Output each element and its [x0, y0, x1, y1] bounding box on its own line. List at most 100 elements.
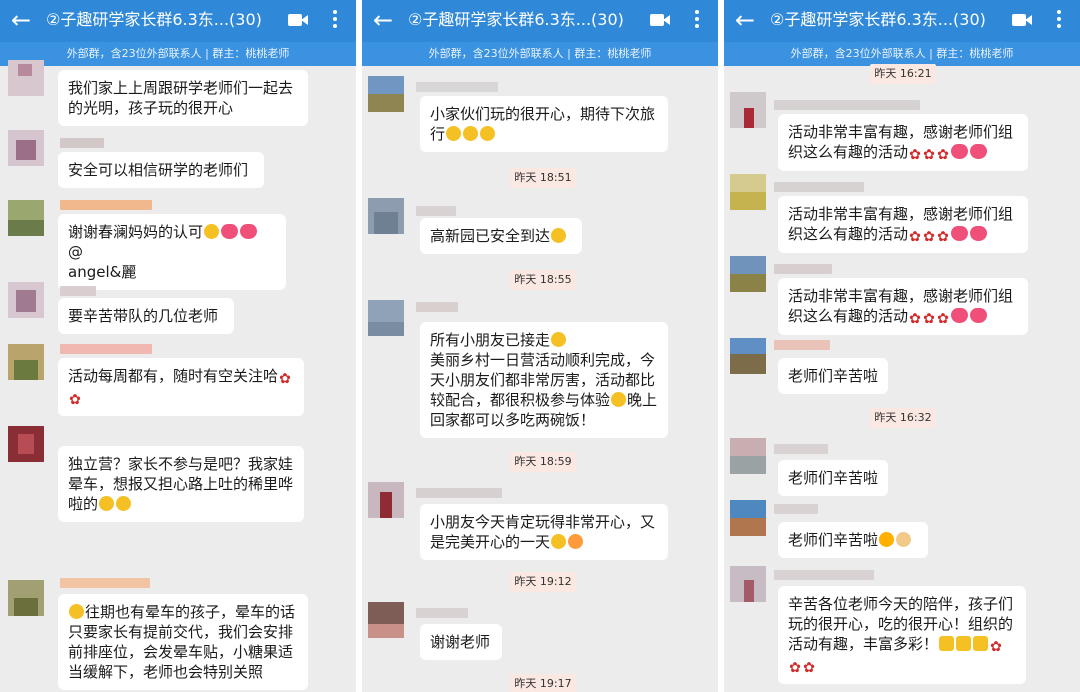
emoji-heart-icon [951, 144, 969, 159]
emoji-worried-icon [69, 604, 84, 619]
emoji-rose-icon: ✿ [990, 639, 1002, 655]
emoji-rose-icon: ✿ [789, 660, 801, 676]
emoji-grin-icon [446, 126, 462, 141]
back-arrow-icon[interactable]: ← [732, 7, 758, 33]
message-line: 前排座位，会发晕车贴，小糖果适 [68, 643, 294, 661]
message-bubble[interactable]: 我们家上上周跟研学老师们一起去 的光明，孩子玩的很开心 [58, 70, 308, 126]
timestamp: 昨天 18:59 [510, 452, 576, 472]
avatar[interactable] [730, 338, 766, 374]
avatar[interactable] [730, 256, 766, 292]
sender-name [774, 100, 920, 110]
chat-title[interactable]: ②子趣研学家长群6.3东...(30) [408, 9, 648, 31]
emoji-heart-icon [951, 226, 969, 241]
sender-name [774, 570, 874, 580]
message-line: 小家伙们玩的很开心，期待下次旅 [430, 105, 656, 123]
message-bubble[interactable]: 小朋友今天肯定玩得非常开心，又 是完美开心的一天 [420, 504, 668, 560]
message-bubble[interactable]: 往期也有晕车的孩子，晕车的话 只要家长有提前交代，我们会安排 前排座位，会发晕车贴，… [58, 594, 308, 690]
more-vertical-icon[interactable] [1056, 10, 1062, 32]
avatar[interactable] [8, 200, 44, 236]
more-vertical-icon[interactable] [332, 10, 338, 32]
chat-panel-3: ← ②子趣研学家长群6.3东...(30) 外部群，含23位外部联系人 | 群主… [724, 0, 1080, 692]
message-line: 回家都可以多吃两碗饭！ [430, 411, 596, 429]
chat-title[interactable]: ②子趣研学家长群6.3东...(30) [46, 9, 286, 31]
emoji-laugh-icon [99, 496, 115, 511]
message-bubble[interactable]: 小家伙们玩的很开心，期待下次旅行 [420, 96, 668, 152]
emoji-heart-icon [221, 224, 239, 239]
emoji-thumbs-up-icon [939, 636, 955, 651]
avatar[interactable] [368, 482, 404, 518]
timestamp: 昨天 19:17 [510, 674, 576, 692]
message-line: 安全可以相信研学的老师们 [68, 161, 249, 179]
avatar[interactable] [730, 174, 766, 210]
message-line: 天小朋友们都非常厉害，活动都比 [430, 371, 656, 389]
emoji-rose-icon: ✿ [937, 229, 949, 245]
avatar[interactable] [368, 76, 404, 112]
message-line: 我们家上上周跟研学老师们一起去 [68, 79, 294, 97]
avatar[interactable] [730, 438, 766, 474]
emoji-heart-icon [970, 226, 988, 241]
chat-panel-2: ← ②子趣研学家长群6.3东...(30) 外部群，含23位外部联系人 | 群主… [362, 0, 718, 692]
emoji-rose-icon: ✿ [279, 371, 291, 387]
emoji-worried-icon [611, 392, 627, 407]
more-vertical-icon[interactable] [694, 10, 700, 32]
avatar[interactable] [8, 282, 44, 318]
sender-name [60, 138, 104, 148]
message-bubble[interactable]: 活动每周都有，随时有空关注哈✿ ✿ [58, 358, 304, 416]
chat-subtitle: 外部群，含23位外部联系人 | 群主：桃桃老师 [724, 42, 1080, 66]
chat-title[interactable]: ②子趣研学家长群6.3东...(30) [770, 9, 1010, 31]
sender-name [774, 264, 832, 274]
back-arrow-icon[interactable]: ← [8, 7, 34, 33]
message-bubble[interactable]: 老师们辛苦啦 [778, 522, 928, 558]
emoji-rose-icon: ✿ [69, 392, 81, 408]
message-line: 活动非常丰富有趣，感谢老师们组 [788, 205, 1014, 223]
message-line: 的光明，孩子玩的很开心 [68, 99, 234, 117]
message-bubble[interactable]: 谢谢老师 [420, 624, 502, 660]
avatar[interactable] [8, 580, 44, 616]
sender-name [60, 344, 152, 354]
emoji-smile-icon [551, 228, 567, 243]
message-line: 辛苦各位老师今天的陪伴，孩子们 [788, 595, 1014, 613]
message-bubble[interactable]: 所有小朋友已接走 美丽乡村一日营活动顺利完成，今 天小朋友们都非常厉害，活动都比 较配… [420, 322, 668, 438]
avatar[interactable] [368, 602, 404, 638]
avatar[interactable] [368, 300, 404, 336]
message-bubble[interactable]: 要辛苦带队的几位老师 [58, 298, 234, 334]
video-call-icon[interactable] [650, 12, 672, 28]
message-bubble[interactable]: 高新园已安全到达 [420, 218, 582, 254]
message-line: 老师们辛苦啦 [788, 469, 879, 487]
video-call-icon[interactable] [288, 12, 310, 28]
emoji-wave-icon [551, 332, 567, 347]
avatar[interactable] [730, 92, 766, 128]
message-bubble[interactable]: 活动非常丰富有趣，感谢老师们组 织这么有趣的活动✿ ✿ ✿ [778, 196, 1028, 253]
message-bubble[interactable]: 谢谢春澜妈妈的认可 @ angel&麗 [58, 214, 286, 290]
avatar[interactable] [8, 60, 44, 96]
emoji-rose-icon: ✿ [909, 147, 921, 163]
message-bubble[interactable]: 独立营？家长不参与是吧？我家娃 晕车，想报又担心路上吐的稀里哗 啦的 [58, 446, 304, 522]
avatar[interactable] [8, 344, 44, 380]
message-bubble[interactable]: 老师们辛苦啦 [778, 358, 888, 394]
message-bubble[interactable]: 辛苦各位老师今天的陪伴，孩子们 玩的很开心，吃的很开心！组织的 活动有趣，丰富多彩！… [778, 586, 1026, 684]
message-bubble[interactable]: 活动非常丰富有趣，感谢老师们组 织这么有趣的活动✿ ✿ ✿ [778, 278, 1028, 335]
avatar[interactable] [730, 500, 766, 536]
message-line: 小朋友今天肯定玩得非常开心，又 [430, 513, 656, 531]
emoji-heart-icon [240, 224, 258, 239]
message-bubble[interactable]: 老师们辛苦啦 [778, 460, 888, 496]
sender-name [416, 82, 498, 92]
avatar[interactable] [730, 566, 766, 602]
message-line: 行 [430, 125, 446, 143]
emoji-rose-icon: ✿ [923, 229, 935, 245]
back-arrow-icon[interactable]: ← [370, 7, 396, 33]
emoji-rose-icon: ✿ [923, 311, 935, 327]
emoji-rose-icon: ✿ [937, 147, 949, 163]
message-line: 活动有趣，丰富多彩！ [788, 635, 939, 653]
video-call-icon[interactable] [1012, 12, 1034, 28]
sender-name [416, 488, 502, 498]
message-bubble[interactable]: 安全可以相信研学的老师们 [58, 152, 264, 188]
emoji-sun-icon [879, 532, 895, 547]
message-line: angel&麗 [68, 263, 137, 281]
avatar[interactable] [8, 426, 44, 462]
avatar[interactable] [368, 198, 404, 234]
message-line: 高新园已安全到达 [430, 227, 551, 245]
message-bubble[interactable]: 活动非常丰富有趣，感谢老师们组 织这么有趣的活动✿ ✿ ✿ [778, 114, 1028, 171]
chat-header: ← ②子趣研学家长群6.3东...(30) [362, 0, 718, 42]
avatar[interactable] [8, 130, 44, 166]
